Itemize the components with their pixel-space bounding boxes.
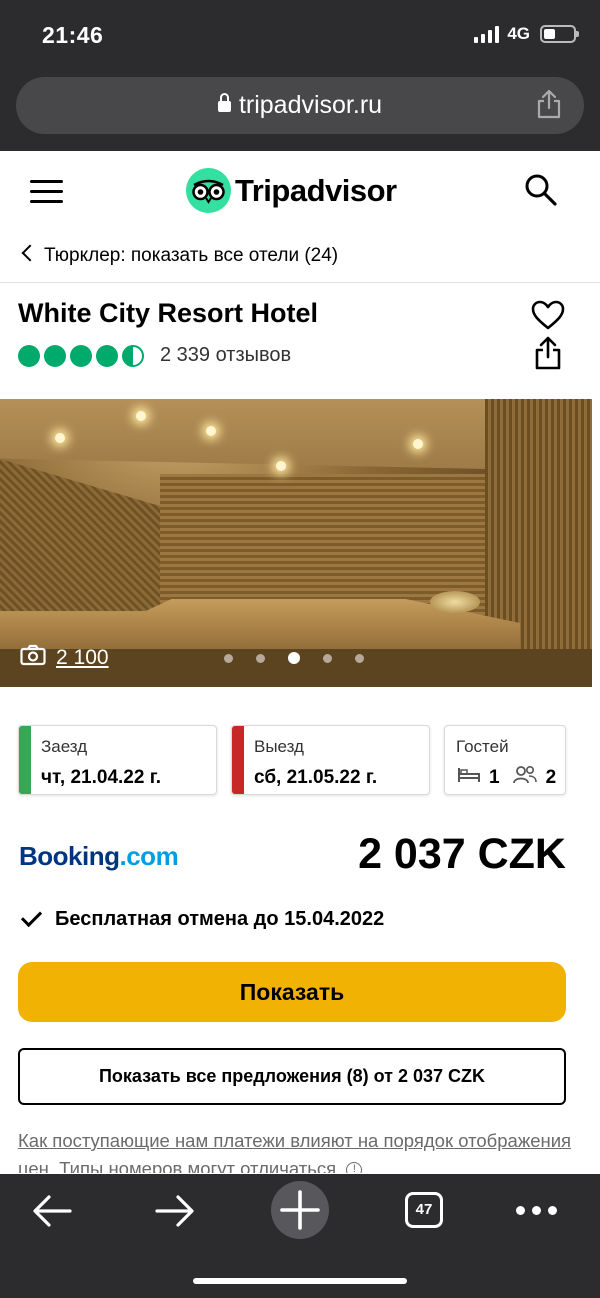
browser-toolbar: 47 <box>0 1174 600 1298</box>
info-icon[interactable]: ! <box>346 1162 363 1173</box>
url-text: tripadvisor.ru <box>238 91 383 119</box>
forward-arrow-icon[interactable] <box>155 1194 195 1233</box>
booking-logo: Booking.com <box>19 841 179 871</box>
browser-chrome-top: 21:46 4G tripadvisor.ru <box>0 0 600 151</box>
rating-bubble <box>70 344 92 367</box>
status-indicators: 4G <box>474 24 579 44</box>
rating-bubble <box>96 344 118 367</box>
photo-count-text: 2 100 <box>56 646 109 669</box>
heart-icon[interactable] <box>531 300 565 335</box>
tripadvisor-logo[interactable]: Tripadvisor <box>186 168 397 213</box>
carousel-dot[interactable] <box>323 653 332 663</box>
breadcrumb[interactable]: Тюрклер: показать все отели (24) <box>0 231 600 283</box>
people-icon <box>512 765 538 791</box>
chevron-left-icon <box>21 244 39 262</box>
battery-icon <box>540 25 579 43</box>
cancellation-text: Бесплатная отмена до 15.04.2022 <box>55 908 385 930</box>
show-deal-button[interactable]: Показать <box>18 962 566 1022</box>
checkout-value: сб, 21.05.22 г. <box>254 767 378 788</box>
rating[interactable]: 2 339 отзывов <box>18 344 291 367</box>
guests-label: Гостей <box>456 737 509 756</box>
share-icon[interactable] <box>536 89 562 124</box>
hotel-name: White City Resort Hotel <box>18 298 319 328</box>
site-header: Tripadvisor <box>0 151 600 231</box>
tabs-counter[interactable]: 47 <box>405 1192 443 1228</box>
rooms-count: 1 <box>489 767 500 788</box>
signal-icon <box>474 25 500 43</box>
carousel-dots[interactable] <box>224 652 364 664</box>
checkin-label: Заезд <box>41 737 88 756</box>
free-cancellation: Бесплатная отмена до 15.04.2022 <box>20 905 385 931</box>
disclaimer-link[interactable]: Как поступающие нам платежи влияют на по… <box>18 1127 583 1173</box>
price: 2 037 CZK <box>358 830 566 878</box>
guests-count: 2 <box>545 767 557 788</box>
share-icon[interactable] <box>534 336 562 375</box>
status-time: 21:46 <box>42 22 104 48</box>
rating-bubble <box>18 344 40 367</box>
back-arrow-icon[interactable] <box>32 1194 72 1233</box>
logo-text: Tripadvisor <box>235 172 397 208</box>
carousel-dot[interactable] <box>288 652 300 664</box>
photo-count[interactable]: 2 100 <box>20 644 109 672</box>
carousel-dot[interactable] <box>355 653 364 663</box>
breadcrumb-text: Тюрклер: показать все отели (24) <box>44 245 339 266</box>
camera-icon <box>20 644 46 672</box>
url-bar[interactable]: tripadvisor.ru <box>16 77 584 134</box>
carousel-dot[interactable] <box>224 653 233 663</box>
menu-icon[interactable] <box>30 180 63 204</box>
hotel-photo[interactable]: 2 100 <box>0 399 592 687</box>
rating-bubbles <box>18 344 148 367</box>
search-icon[interactable] <box>524 173 558 212</box>
all-offers-button[interactable]: Показать все предложения (8) от 2 037 CZ… <box>18 1048 566 1105</box>
more-icon[interactable] <box>516 1206 557 1215</box>
home-indicator <box>193 1278 407 1284</box>
checkin-value: чт, 21.04.22 г. <box>41 767 161 788</box>
check-icon <box>20 905 43 928</box>
lock-icon <box>217 93 231 112</box>
network-type: 4G <box>507 24 530 43</box>
checkout-box[interactable]: Выезд сб, 21.05.22 г. <box>231 725 430 795</box>
checkout-label: Выезд <box>254 737 304 756</box>
carousel-dot[interactable] <box>256 653 265 663</box>
guests-box[interactable]: Гостей 1 2 <box>444 725 566 795</box>
rating-bubble <box>122 344 144 367</box>
new-tab-plus-icon[interactable] <box>271 1181 329 1239</box>
checkin-box[interactable]: Заезд чт, 21.04.22 г. <box>18 725 217 795</box>
review-count[interactable]: 2 339 отзывов <box>160 344 291 367</box>
rating-bubble <box>44 344 66 367</box>
bed-icon <box>457 766 481 790</box>
owl-logo-icon <box>186 168 231 213</box>
